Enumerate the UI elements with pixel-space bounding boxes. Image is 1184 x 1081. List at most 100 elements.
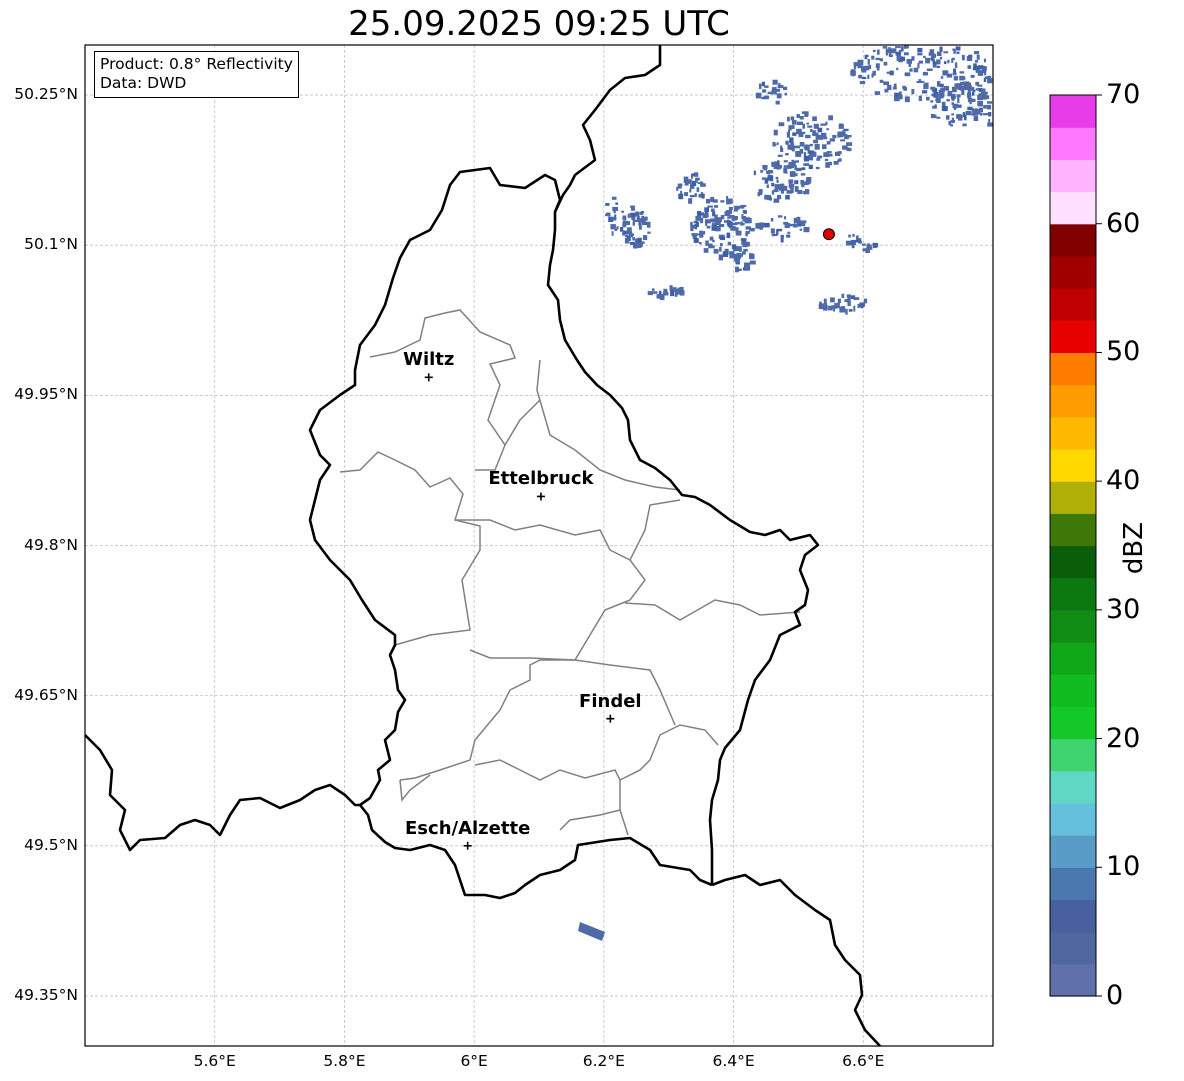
echo-pixel [846,142,853,146]
echo-pixel [841,293,845,298]
echo-pixel [883,61,888,66]
echo-pixel [731,222,738,226]
echo-pixel [773,129,778,136]
echo-pixel [706,198,711,204]
colorbar-tick-label: 50 [1106,336,1141,368]
lon-tick-label: 5.8°E [323,1052,366,1070]
echo-pixel [707,205,713,208]
radar-map [84,44,1102,1047]
echo-pixel [794,180,799,185]
colorbar-segment [1050,352,1096,386]
echo-pixel [687,179,692,184]
echo-pixel [739,254,743,257]
echo-pixel [780,234,784,238]
echo-pixel [825,162,830,168]
echo-pixel [813,139,819,144]
echo-pixel [951,57,955,61]
echo-pixel [853,305,856,312]
echo-pixel [987,101,993,104]
echo-pixel [938,89,944,96]
echo-pixel [776,179,779,183]
colorbar-tick-label: 60 [1106,207,1141,239]
echo-pixel [783,86,788,90]
product-text: Product: 0.8° Reflectivity [100,55,293,73]
colorbar-segment [1050,835,1096,868]
echo-pixel [904,72,911,77]
echo-pixel [771,90,777,94]
echo-pixel [826,151,832,154]
echo-pixel [930,86,936,90]
echo-pixel [984,76,990,80]
echo-pixel [806,122,809,125]
colorbar-segment [1050,738,1096,772]
echo-pixel [823,305,828,311]
echo-pixel [846,294,851,298]
colorbar-segment [1050,223,1096,257]
echo-pixel [832,135,835,138]
echo-pixel [679,290,685,296]
echo-pixel [784,216,787,220]
echo-pixel [704,207,709,212]
echo-pixel [853,297,860,300]
echo-pixel [630,205,635,208]
echo-pixel [670,290,674,297]
echo-pixel [786,190,793,194]
echo-pixel [730,226,736,231]
echo-pixel [845,135,852,138]
echo-pixel [802,123,805,129]
echo-pixel [850,70,856,76]
echo-pixel [799,148,804,154]
echo-pixel [899,91,902,96]
echo-pixel [951,117,955,124]
echo-pixel [709,236,714,241]
echo-pixel [973,63,977,68]
lat-tick-label: 50.25°N [14,85,78,104]
echo-pixel [987,122,994,127]
echo-pixel [862,243,866,246]
echo-pixel [837,298,841,304]
echo-pixel [612,206,619,211]
echo-pixel [785,153,789,156]
city-label: Ettelbruck [488,468,594,490]
echo-pixel [845,308,848,315]
echo-pixel [757,192,761,197]
echo-pixel [858,74,863,79]
radar-site-marker [822,228,835,241]
echo-pixel [817,155,823,159]
echo-pixel [857,303,861,308]
echo-pixel [861,69,867,73]
echo-pixel [800,180,804,185]
echo-pixel [936,51,942,56]
echo-pixel [825,121,828,126]
echo-pixel [796,128,802,135]
echo-pixel [956,51,960,55]
echo-pixel [988,112,992,117]
lon-tick-label: 6°E [460,1052,488,1070]
echo-pixel [772,141,776,147]
echo-pixel [968,54,973,58]
echo-pixel [759,83,762,89]
echo-pixel [658,290,662,295]
echo-pixel [810,129,813,132]
echo-pixel [851,244,855,249]
echo-pixel [610,224,616,230]
echo-pixel [679,183,683,187]
echo-pixel [785,171,788,174]
echo-pixel [621,210,624,213]
echo-pixel [826,141,831,145]
echo-pixel [734,205,740,210]
echo-pixel [853,64,857,70]
echo-pixel [799,228,803,231]
city-label: Findel [579,690,642,712]
echo-pixel [784,92,787,96]
echo-pixel [955,46,961,51]
echo-pixel [846,240,852,246]
colorbar-segment [1050,931,1096,965]
echo-pixel [943,61,947,65]
colorbar-segment [1050,609,1096,643]
echo-pixel [952,103,958,109]
echo-pixel [874,91,881,95]
echo-pixel [740,221,743,226]
echo-pixel [710,196,715,202]
echo-pixel [838,124,844,129]
